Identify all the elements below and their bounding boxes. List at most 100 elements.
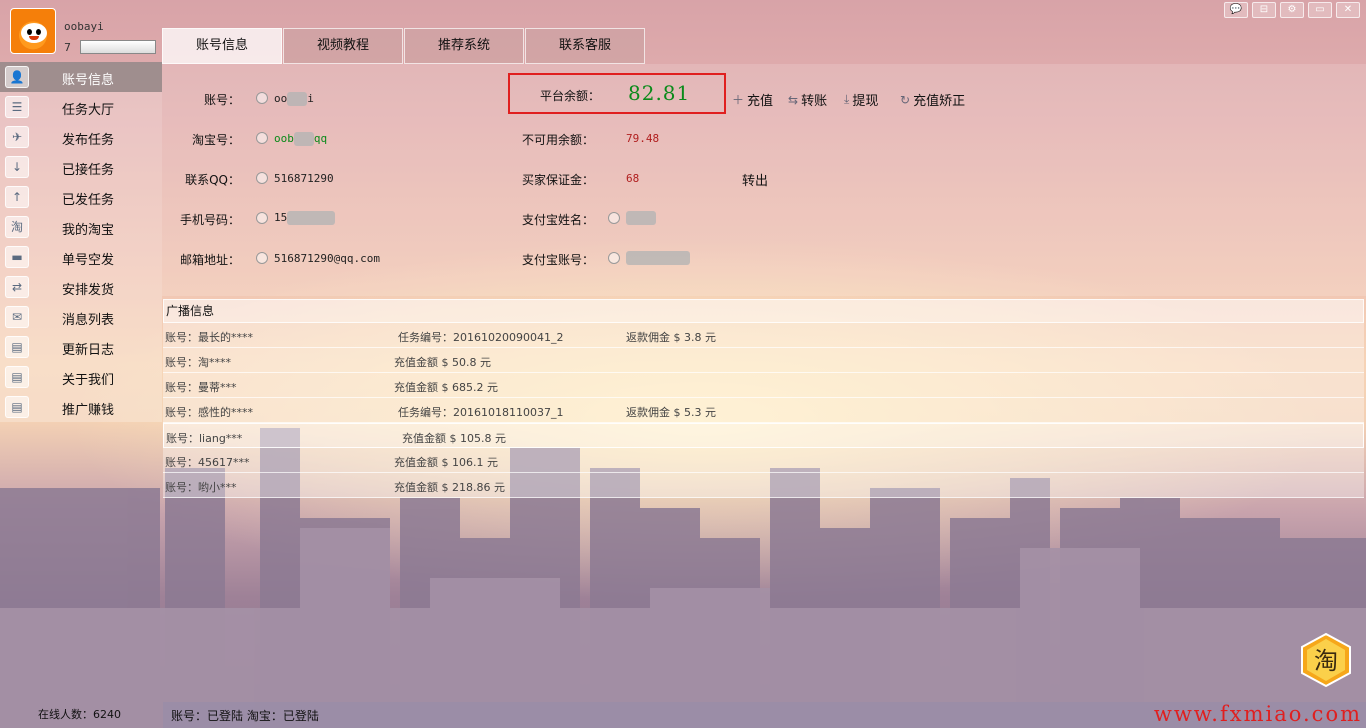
sidebar-item-label: 单号空发 <box>62 253 115 268</box>
recharge-correct-button[interactable]: ↻ 充值矫正 <box>900 90 966 110</box>
transfer-label: 转账 <box>801 94 828 109</box>
user-level: 7 <box>64 41 71 54</box>
tab-recommend-system[interactable]: 推荐系统 <box>404 28 524 64</box>
alipay-name-value <box>626 211 656 225</box>
unavailable-balance-value: 79.48 <box>626 132 660 145</box>
maximize-icon[interactable]: ▭ <box>1308 2 1332 18</box>
sidebar: oobayi 7 👤 账号信息 ☰ 任务大厅 ✈ 发布任务 ↓ 已接任务 ↑ 已… <box>0 0 162 728</box>
broadcast-detail: 任务编号：20161020090041_2 <box>398 331 564 344</box>
close-icon[interactable]: ✕ <box>1336 2 1360 18</box>
list-item: 账号：哟小*** 充值金额 $ 218.86 元 <box>163 473 1364 498</box>
list-item: 账号：曼蒂*** 充值金额 $ 685.2 元 <box>163 373 1364 398</box>
copy-icon[interactable] <box>256 212 268 224</box>
recharge-button[interactable]: ＋ 充值 <box>732 90 773 109</box>
qq-label: 联系QQ： <box>185 173 240 187</box>
download-icon: ↓ <box>5 156 29 178</box>
taobao-icon: 淘 <box>5 216 29 238</box>
refresh-icon: ↻ <box>900 92 911 107</box>
broadcast-user: 账号：哟小*** <box>165 481 237 494</box>
phone-label: 手机号码： <box>179 213 240 227</box>
tab-contact-service[interactable]: 联系客服 <box>525 28 645 64</box>
username: oobayi <box>64 20 104 33</box>
sidebar-nav: 👤 账号信息 ☰ 任务大厅 ✈ 发布任务 ↓ 已接任务 ↑ 已发任务 淘 我的淘… <box>0 62 162 422</box>
sidebar-item-arrange-delivery[interactable]: ⇄ 安排发货 <box>0 272 162 302</box>
sidebar-item-label: 安排发货 <box>62 283 115 298</box>
taobao-value: oob qq <box>274 132 328 146</box>
sidebar-item-account-info[interactable]: 👤 账号信息 <box>0 62 162 92</box>
copy-icon[interactable] <box>256 252 268 264</box>
list-item: 账号：最长的**** 任务编号：20161020090041_2 返款佣金 $ … <box>163 323 1364 348</box>
sidebar-item-label: 我的淘宝 <box>62 223 115 238</box>
badge-label: 淘 <box>1314 647 1338 675</box>
sidebar-item-about-us[interactable]: ▤ 关于我们 <box>0 362 162 392</box>
withdraw-button[interactable]: ⤓ 提现 <box>844 90 878 109</box>
feedback-icon[interactable]: 💬 <box>1224 2 1248 18</box>
email-value: 516871290@qq.com <box>274 252 380 265</box>
card-icon: ▤ <box>5 366 29 388</box>
sidebar-item-message-list[interactable]: ✉ 消息列表 <box>0 302 162 332</box>
sidebar-item-accepted-tasks[interactable]: ↓ 已接任务 <box>0 152 162 182</box>
copy-icon[interactable] <box>256 92 268 104</box>
skin-icon[interactable]: ⊟ <box>1252 2 1276 18</box>
recharge-label: 充值 <box>747 94 774 109</box>
settings-icon[interactable]: ⚙ <box>1280 2 1304 18</box>
sidebar-item-label: 账号信息 <box>62 73 115 88</box>
online-count: 在线人数：6240 <box>38 708 121 721</box>
deposit-label: 买家保证金： <box>521 173 594 187</box>
taobao-label: 淘宝号： <box>191 133 240 147</box>
alipay-account-label: 支付宝账号： <box>521 253 594 267</box>
tab-video-tutorial[interactable]: 视频教程 <box>283 28 403 64</box>
broadcast-detail: 充值金额 $ 106.1 元 <box>394 456 498 469</box>
card-icon: ▤ <box>5 396 29 418</box>
alipay-account-value <box>626 251 690 265</box>
broadcast-user: 账号：45617*** <box>165 456 250 469</box>
list-icon: ☰ <box>5 96 29 118</box>
broadcast-title: 广播信息 <box>163 299 1364 323</box>
list-item: 账号：淘**** 充值金额 $ 50.8 元 <box>163 348 1364 373</box>
taobao-badge-icon[interactable]: 淘 <box>1298 632 1354 688</box>
upload-icon: ↑ <box>5 186 29 208</box>
sidebar-item-my-taobao[interactable]: 淘 我的淘宝 <box>0 212 162 242</box>
avatar-face-icon <box>21 23 47 43</box>
broadcast-user: 账号：曼蒂*** <box>165 381 237 394</box>
sidebar-item-label: 已接任务 <box>62 163 115 178</box>
broadcast-detail: 任务编号：20161018110037_1 <box>398 406 564 419</box>
transfer-button[interactable]: ⇆ 转账 <box>788 90 828 110</box>
broadcast-user: 账号：淘**** <box>165 356 231 369</box>
truck-icon: ▬ <box>5 246 29 268</box>
copy-icon[interactable] <box>608 212 620 224</box>
sidebar-item-empty-shipment[interactable]: ▬ 单号空发 <box>0 242 162 272</box>
sidebar-item-label: 更新日志 <box>62 343 115 358</box>
account-label: 账号： <box>203 93 240 107</box>
transfer-out-button[interactable]: 转出 <box>742 170 768 189</box>
plus-icon: ＋ <box>732 93 745 107</box>
qq-value: 516871290 <box>274 172 334 185</box>
sidebar-item-publish-task[interactable]: ✈ 发布任务 <box>0 122 162 152</box>
sidebar-item-label: 消息列表 <box>62 313 115 328</box>
copy-icon[interactable] <box>256 172 268 184</box>
balance-value: 82.81 <box>628 81 691 105</box>
recharge-correct-label: 充值矫正 <box>913 94 966 109</box>
user-profile: oobayi 7 <box>0 0 162 62</box>
sidebar-item-promote-earn[interactable]: ▤ 推广赚钱 <box>0 392 162 422</box>
broadcast-panel: 广播信息 账号：最长的**** 任务编号：20161020090041_2 返款… <box>163 299 1364 499</box>
balance-label: 平台余额： <box>540 89 601 103</box>
sidebar-item-task-hall[interactable]: ☰ 任务大厅 <box>0 92 162 122</box>
user-icon: 👤 <box>5 66 29 88</box>
broadcast-user: 账号：liang*** <box>166 432 243 445</box>
copy-icon[interactable] <box>608 252 620 264</box>
copy-icon[interactable] <box>256 132 268 144</box>
broadcast-user: 账号：感性的**** <box>165 406 253 419</box>
ship-icon: ⇄ <box>5 276 29 298</box>
sidebar-item-sent-tasks[interactable]: ↑ 已发任务 <box>0 182 162 212</box>
withdraw-icon: ⤓ <box>844 92 850 106</box>
sidebar-item-label: 推广赚钱 <box>62 403 115 418</box>
sidebar-item-label: 关于我们 <box>62 373 115 388</box>
sidebar-item-update-log[interactable]: ▤ 更新日志 <box>0 332 162 362</box>
deposit-value: 68 <box>626 172 640 185</box>
list-item: 账号：liang*** 充值金额 $ 105.8 元 <box>163 423 1364 448</box>
list-item: 账号：45617*** 充值金额 $ 106.1 元 <box>163 448 1364 473</box>
level-progress-bar <box>80 40 156 54</box>
avatar[interactable] <box>10 8 56 54</box>
tab-account-info[interactable]: 账号信息 <box>162 28 282 64</box>
